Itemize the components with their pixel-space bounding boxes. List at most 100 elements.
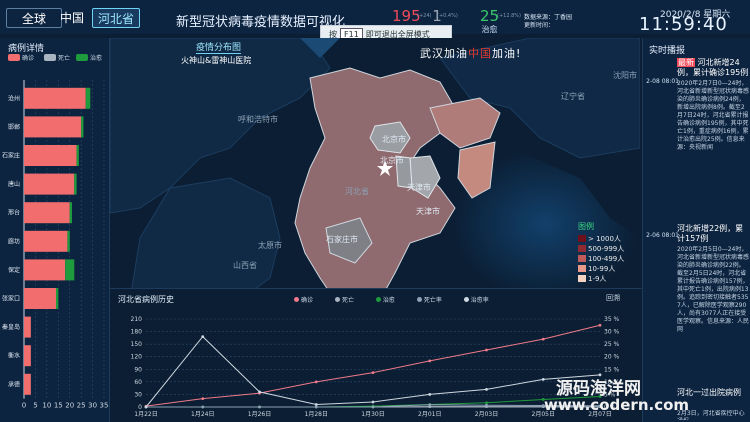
data-source: 数据来源：丁香园 更新时间： — [524, 14, 572, 30]
bar-治愈[interactable] — [76, 145, 79, 166]
data-point-死亡率[interactable] — [258, 405, 261, 409]
category-label: 张家口 — [2, 295, 20, 303]
bar-治愈[interactable] — [85, 87, 91, 109]
category-label: 邢台 — [8, 209, 20, 217]
bar-治愈[interactable] — [69, 202, 72, 224]
x-tick-label: 25 — [77, 402, 86, 410]
x-tick-label: 1月26日 — [248, 411, 271, 418]
city-label[interactable]: 太原市 — [258, 240, 282, 251]
tab-distribution-map[interactable]: 疫情分布图 — [196, 40, 242, 54]
tab-hebei[interactable]: 河北省 — [92, 8, 140, 28]
slogan-part-a: 武汉加油 — [420, 47, 468, 60]
city-label[interactable]: 石家庄市 — [326, 234, 358, 245]
bar-确诊[interactable] — [24, 288, 56, 309]
tab-china[interactable]: 中国 — [52, 8, 92, 28]
data-point-治愈率[interactable] — [201, 335, 205, 338]
data-point-死亡率[interactable] — [485, 403, 488, 407]
news-time: 2-08 08:01 — [646, 78, 679, 85]
y-left-tick-label: 150 — [131, 341, 143, 348]
bar-确诊[interactable] — [24, 316, 31, 338]
x-tick-label: 2月03日 — [475, 411, 498, 418]
epidemic-map[interactable]: 疫情分布图 火神山&雷神山医院 武汉加油中国加油! 呼和浩特市 北京市 北京市 天津市… — [110, 38, 640, 300]
legend-cured[interactable]: 治愈 — [76, 53, 102, 62]
slogan-part-c: 加油! — [492, 47, 522, 60]
cured-delta: (+12.8%) — [497, 13, 521, 19]
data-point-确诊[interactable] — [485, 348, 488, 352]
y-left-tick-label: 90 — [134, 366, 142, 373]
bar-确诊[interactable] — [24, 230, 68, 252]
legend-label: > 1000人 — [588, 235, 621, 243]
map-canvas — [110, 38, 640, 300]
data-point-治愈率[interactable] — [371, 400, 375, 404]
map-legend-item[interactable]: 500-999人 — [578, 244, 632, 254]
bar-确诊[interactable] — [24, 116, 82, 138]
y-left-tick-label: 120 — [131, 354, 143, 361]
map-legend-item[interactable]: 100-499人 — [578, 254, 632, 264]
city-label[interactable]: 天津市 — [407, 182, 431, 193]
bar-确诊[interactable] — [24, 173, 75, 195]
city-label[interactable]: 沈阳市 — [613, 70, 637, 81]
bar-确诊[interactable] — [24, 145, 77, 166]
news-time: 2-06 08:01 — [646, 232, 679, 239]
data-point-治愈率[interactable] — [541, 377, 545, 381]
city-label[interactable]: 北京市 — [382, 134, 406, 145]
data-point-死亡率[interactable] — [371, 405, 375, 409]
x-tick-label: 1月22日 — [134, 411, 157, 418]
category-label: 承德 — [8, 380, 20, 388]
category-label: 石家庄 — [2, 152, 20, 160]
legend-confirmed[interactable]: 确诊 — [8, 53, 34, 62]
data-point-确诊[interactable] — [541, 337, 545, 341]
legend-swatch — [578, 245, 586, 252]
map-legend-item[interactable]: 1-9人 — [578, 274, 632, 284]
map-legend-item[interactable]: > 1000人 — [578, 234, 632, 244]
bar-确诊[interactable] — [24, 373, 31, 395]
x-tick-label: 20 — [65, 402, 74, 410]
bar-确诊[interactable] — [24, 345, 31, 367]
bar-治愈[interactable] — [56, 288, 59, 309]
data-point-治愈[interactable] — [485, 401, 488, 405]
legend-label: 1-9人 — [588, 275, 607, 283]
city-label[interactable]: 北京市 — [380, 155, 404, 166]
data-point-死亡率[interactable] — [428, 403, 432, 407]
data-point-治愈率[interactable] — [314, 403, 318, 406]
data-point-死亡率[interactable] — [314, 405, 318, 409]
y-left-tick-label: 210 — [131, 316, 143, 323]
series-line-确诊[interactable] — [145, 324, 601, 407]
bar-确诊[interactable] — [24, 202, 70, 224]
data-point-确诊[interactable] — [201, 397, 205, 401]
news-headline: 最新 河北新增24例，累计确诊195例 — [677, 58, 749, 78]
legend-swatch — [76, 54, 88, 61]
legend-swatch — [578, 235, 586, 242]
x-tick-label: 30 — [88, 402, 97, 410]
city-label[interactable]: 天津市 — [416, 206, 440, 217]
city-label[interactable]: 呼和浩特市 — [238, 114, 278, 125]
bar-治愈[interactable] — [67, 230, 70, 252]
legend-dead[interactable]: 死亡 — [44, 53, 70, 62]
data-point-治愈率[interactable] — [485, 388, 488, 391]
legend-label: 确诊 — [22, 55, 35, 62]
data-point-死亡率[interactable] — [201, 405, 205, 409]
x-tick-label: 15 — [54, 402, 63, 410]
bar-治愈[interactable] — [81, 116, 84, 138]
data-point-治愈率[interactable] — [144, 405, 148, 409]
category-label: 沧州 — [8, 94, 20, 102]
data-point-治愈率[interactable] — [428, 393, 432, 396]
bar-治愈[interactable] — [74, 173, 77, 195]
data-point-确诊[interactable] — [371, 371, 375, 375]
bar-确诊[interactable] — [24, 87, 86, 109]
news-item[interactable]: 2-08 08:01 最新 河北新增24例，累计确诊195例 2020年2月7日… — [645, 56, 749, 234]
data-point-确诊[interactable] — [598, 323, 602, 327]
map-legend-item[interactable]: 10-99人 — [578, 264, 632, 274]
map-legend-title: 图例 — [578, 222, 594, 231]
hospital-label[interactable]: 火神山&雷神山医院 — [181, 55, 251, 66]
bar-治愈[interactable] — [65, 259, 75, 281]
news-tag: 最新 — [677, 58, 695, 67]
bar-确诊[interactable] — [24, 259, 66, 281]
data-point-治愈率[interactable] — [258, 390, 261, 394]
city-label[interactable]: 辽宁省 — [561, 91, 585, 102]
data-point-确诊[interactable] — [314, 380, 318, 384]
news-item[interactable]: 2-06 08:01 河北新增22例，累计157例 2020年2月5日0—24时… — [645, 224, 749, 384]
city-label[interactable]: 河北省 — [345, 186, 369, 197]
city-label[interactable]: 山西省 — [233, 260, 257, 271]
data-point-确诊[interactable] — [428, 359, 432, 363]
